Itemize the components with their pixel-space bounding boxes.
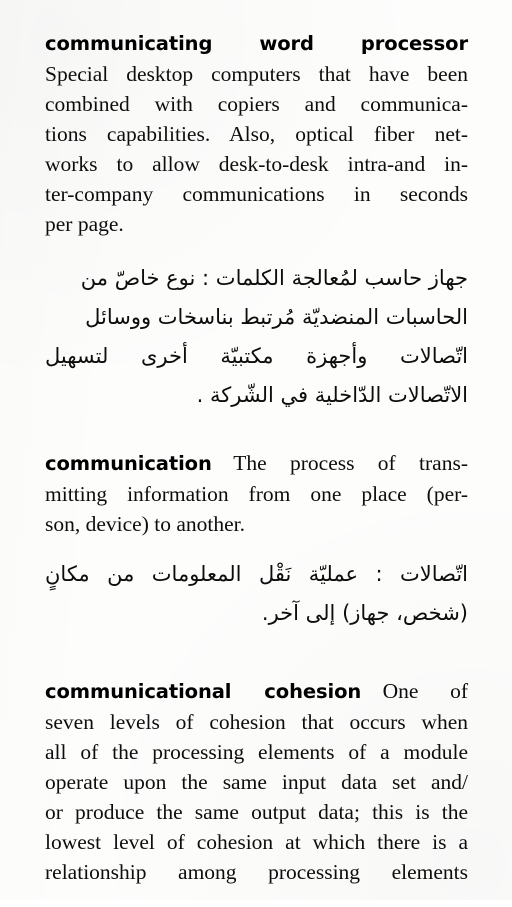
arabic-line: اتّصالات : عمليّة نَقْل المعلومات من مكا… bbox=[45, 562, 468, 586]
arabic-line: الحاسبات المنضديّة مُرتبط بناسخات ووسائل bbox=[85, 305, 468, 329]
english-definition-block: communicating word processor Special des… bbox=[45, 28, 468, 239]
arabic-definition-block: جهاز حاسب لمُعالجة الكلمات : نوع خاصّ من… bbox=[45, 259, 468, 415]
english-line: all of the processing elements of a modu… bbox=[45, 740, 468, 764]
arabic-line: اتّصالات وأجهزة مكتبيّة أخرى لتسهيل bbox=[45, 344, 468, 368]
english-line: relationship among processing elements bbox=[45, 860, 468, 884]
dictionary-entry: communication The process of trans- mitt… bbox=[45, 415, 468, 633]
english-line: mitting information from one place (per- bbox=[45, 482, 468, 506]
english-line: son, device) to another. bbox=[45, 512, 246, 536]
arabic-definition-block: اتّصالات : عمليّة نَقْل المعلومات من مكا… bbox=[45, 555, 468, 633]
dictionary-entry: communicational cohesion One of seven le… bbox=[45, 633, 468, 887]
english-line: tions capabilities. Also, optical fiber … bbox=[45, 122, 468, 146]
entry-headword: communicating word processor bbox=[45, 32, 468, 55]
english-line: or produce the same output data; this is… bbox=[45, 800, 468, 824]
english-line: combined with copiers and communica- bbox=[45, 92, 468, 116]
arabic-line: (شخص، جهاز) إلى آخر. bbox=[261, 601, 468, 625]
english-line: lowest level of cohesion at which there … bbox=[45, 830, 468, 854]
english-line: The process of trans- bbox=[233, 451, 468, 475]
english-line: per page. bbox=[45, 212, 124, 236]
page-bottom-margin bbox=[45, 887, 468, 907]
english-definition-block: communication The process of trans- mitt… bbox=[45, 448, 468, 539]
english-line: seven levels of cohesion that occurs whe… bbox=[45, 710, 468, 734]
entry-headword: communicational cohesion bbox=[45, 680, 362, 703]
english-line: One of bbox=[382, 679, 468, 703]
text-column: communicating word processor Special des… bbox=[45, 0, 468, 900]
english-line: Special desktop computers that have been bbox=[45, 62, 468, 86]
dictionary-page: communicating word processor Special des… bbox=[0, 0, 512, 900]
english-line: ter-company communications in seconds bbox=[45, 182, 468, 206]
entry-headword: communication bbox=[45, 452, 212, 475]
english-definition-block: communicational cohesion One of seven le… bbox=[45, 676, 468, 887]
arabic-line: جهاز حاسب لمُعالجة الكلمات : نوع خاصّ من bbox=[80, 266, 468, 290]
english-line: operate upon the same input data set and… bbox=[45, 770, 468, 794]
english-line: works to allow desk-to-desk intra-and in… bbox=[45, 152, 468, 176]
arabic-line: الاتّصالات الدّاخلية في الشّركة . bbox=[196, 383, 468, 407]
dictionary-entry: communicating word processor Special des… bbox=[45, 0, 468, 415]
